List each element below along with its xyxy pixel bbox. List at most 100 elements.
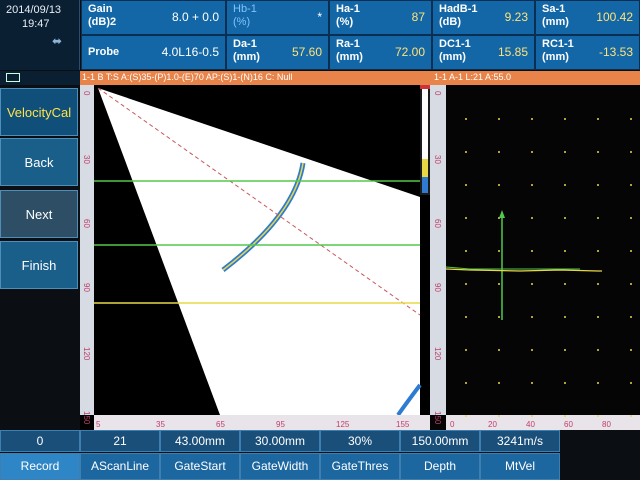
- ascan-grid-dot: [465, 217, 467, 219]
- sscan-y-tick-label: 0: [82, 91, 91, 96]
- mtvel-button[interactable]: MtVel: [480, 453, 560, 480]
- ascan-grid-dot: [465, 349, 467, 351]
- reading-label: Ha-1 (%): [336, 3, 360, 28]
- ascan-y-tick-label: 150: [433, 411, 442, 425]
- side-spacer: [0, 290, 80, 428]
- sscan-view[interactable]: 5 35 65 95 125 155 0 30 60 90 120 150: [80, 85, 430, 430]
- ascan-grid-dot: [531, 151, 533, 153]
- ascan-y-tick-label: 120: [433, 347, 442, 361]
- ascan-grid-dot: [564, 151, 566, 153]
- ascan-grid-dot: [630, 349, 632, 351]
- reading-cell-da1[interactable]: Da-1 (mm) 57.60: [226, 35, 329, 70]
- reading-value: 15.85: [497, 45, 528, 59]
- gain-cell[interactable]: Gain (dB)2 8.0 + 0.0: [81, 0, 226, 35]
- ascan-grid-dot: [498, 151, 500, 153]
- ascan-grid-dot: [465, 151, 467, 153]
- ascan-grid-dot: [564, 382, 566, 384]
- ascan-y-tick-label: 30: [433, 155, 442, 164]
- ascan-grid-dot: [597, 316, 599, 318]
- ascan-grid-dot: [498, 283, 500, 285]
- sscan-depth-ruler: [80, 85, 94, 415]
- palette-mid: [422, 159, 428, 177]
- ascan-background: [430, 85, 640, 430]
- gatethres-button[interactable]: GateThres: [320, 453, 400, 480]
- gatewidth-value[interactable]: 30.00mm: [240, 430, 320, 452]
- ascan-grid-dot: [630, 415, 632, 417]
- reading-value: 87: [411, 10, 425, 24]
- ascan-grid-dot: [531, 118, 533, 120]
- time-text: 19:47: [22, 18, 50, 30]
- ascan-grid-dot: [630, 118, 632, 120]
- ascan-grid-dot: [597, 283, 599, 285]
- reading-label: Ra-1 (mm): [336, 38, 363, 63]
- ascan-grid-dot: [531, 250, 533, 252]
- gatestart-button[interactable]: GateStart: [160, 453, 240, 480]
- ascan-view[interactable]: 0 20 40 60 80 0 30 60 90 120 150: [430, 85, 640, 430]
- palette-bar: [422, 89, 428, 159]
- reading-cell-ha1[interactable]: Ha-1 (%) 87: [329, 0, 432, 35]
- gatethres-value[interactable]: 30%: [320, 430, 400, 452]
- ascan-grid-dot: [498, 250, 500, 252]
- reading-label: DC1-1 (mm): [439, 38, 471, 63]
- ascan-grid-dot: [597, 415, 599, 417]
- next-button[interactable]: Next: [0, 190, 78, 238]
- sscan-status: 1-1 B T:S A:(S)35-(P)1.0-(E)70 AP:(S)1-(…: [82, 72, 293, 82]
- ascan-x-tick-label: 40: [526, 420, 535, 429]
- reading-cell-hb1[interactable]: Hb-1 (%) *: [226, 0, 329, 35]
- sscan-x-tick-label: 95: [276, 420, 285, 429]
- sscan-x-tick-label: 125: [336, 420, 350, 429]
- depth-button[interactable]: Depth: [400, 453, 480, 480]
- ascan-grid-dot: [630, 217, 632, 219]
- ascan-grid-dot: [531, 283, 533, 285]
- reading-value: *: [317, 10, 322, 24]
- palette-top: [420, 85, 430, 89]
- mtvel-value[interactable]: 3241m/s: [480, 430, 560, 452]
- probe-cell[interactable]: Probe 4.0L16-0.5: [81, 35, 226, 70]
- ascan-grid-dot: [465, 316, 467, 318]
- reading-cell-rc11[interactable]: RC1-1 (mm) -13.53: [535, 35, 640, 70]
- finish-button[interactable]: Finish: [0, 241, 78, 289]
- sscan-y-tick-label: 60: [82, 219, 91, 228]
- velocitycal-button[interactable]: VelocityCal: [0, 88, 78, 136]
- probe-value: 4.0L16-0.5: [161, 45, 219, 59]
- ascan-grid-dot: [564, 118, 566, 120]
- ascan-grid-dot: [465, 118, 467, 120]
- ascan-grid-dot: [531, 382, 533, 384]
- ascan-grid-dot: [630, 151, 632, 153]
- sscan-y-tick-label: 90: [82, 283, 91, 292]
- battery-panel: [0, 71, 80, 85]
- reading-cell-hadb1[interactable]: HadB-1 (dB) 9.23: [432, 0, 535, 35]
- ascan-y-tick-label: 90: [433, 283, 442, 292]
- date-text: 2014/09/13: [6, 4, 62, 16]
- gatewidth-button[interactable]: GateWidth: [240, 453, 320, 480]
- ascan-grid-dot: [531, 217, 533, 219]
- ascan-grid-dot: [465, 415, 467, 417]
- ascan-grid-dot: [465, 382, 467, 384]
- ascan-grid-dot: [630, 184, 632, 186]
- probe-label: Probe: [88, 46, 120, 58]
- reading-value: 9.23: [504, 10, 528, 24]
- record-value[interactable]: 0: [0, 430, 80, 452]
- ascan-grid-dot: [465, 283, 467, 285]
- ascan-grid-dot: [597, 184, 599, 186]
- reading-label: RC1-1 (mm): [542, 38, 574, 63]
- ascan-grid-dot: [630, 283, 632, 285]
- gatestart-value[interactable]: 43.00mm: [160, 430, 240, 452]
- ascan-grid-dot: [597, 349, 599, 351]
- ascan-grid-dot: [597, 250, 599, 252]
- ascanline-value[interactable]: 21: [80, 430, 160, 452]
- reading-cell-dc11[interactable]: DC1-1 (mm) 15.85: [432, 35, 535, 70]
- ascan-grid-dot: [597, 217, 599, 219]
- record-button[interactable]: Record: [0, 453, 80, 480]
- sscan-x-tick-label: 35: [156, 420, 165, 429]
- ascan-grid-dot: [498, 118, 500, 120]
- palette-low: [422, 177, 428, 193]
- back-button[interactable]: Back: [0, 138, 78, 186]
- reading-cell-ra1[interactable]: Ra-1 (mm) 72.00: [329, 35, 432, 70]
- ascanline-button[interactable]: AScanLine: [80, 453, 160, 480]
- reading-cell-sa1[interactable]: Sa-1 (mm) 100.42: [535, 0, 640, 35]
- bottom-spacer: [560, 430, 640, 480]
- gain-value: 8.0 + 0.0: [171, 10, 219, 24]
- ascan-y-tick-label: 0: [433, 91, 442, 96]
- depth-value[interactable]: 150.00mm: [400, 430, 480, 452]
